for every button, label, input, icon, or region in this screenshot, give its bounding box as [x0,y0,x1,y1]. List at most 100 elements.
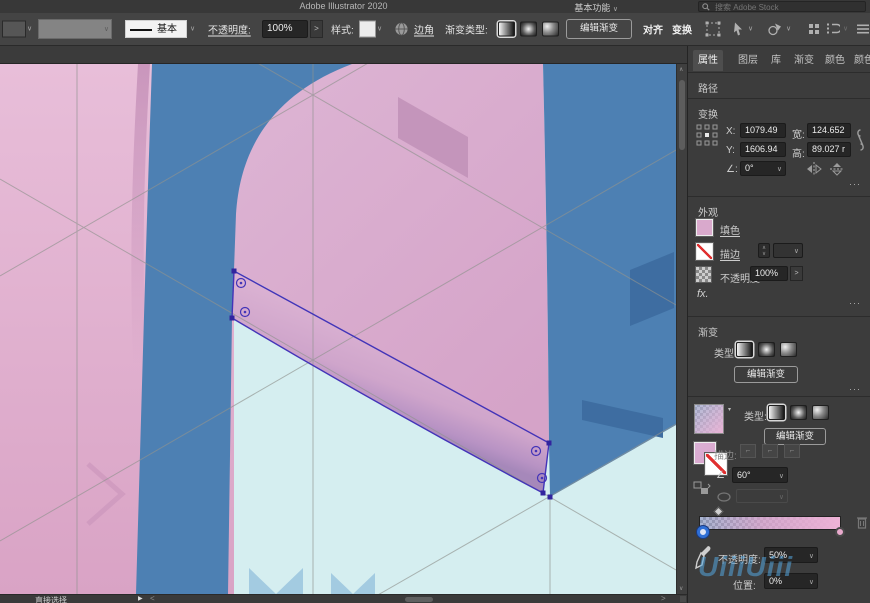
stepper-down-icon[interactable]: ∨ [759,251,769,257]
transform-more-options[interactable]: ··· [849,179,861,189]
gradient-preview-swatch[interactable] [694,404,724,434]
chevron-down-icon: ∨ [843,26,848,33]
search-input[interactable] [713,2,865,13]
tab-color-guide[interactable]: 颜色参 [849,50,870,71]
recolor-artwork-icon[interactable] [768,22,783,37]
document-tab-strip [0,46,687,64]
gradient-type-freeform-button[interactable] [812,405,829,420]
rotate-angle-select[interactable]: 0° ∨ [740,161,786,176]
hscroll-right-icon[interactable]: > [661,594,666,603]
appearance-section-header: 外观 [698,204,718,219]
gradient-type-linear-button[interactable] [736,342,753,357]
stop-position-select[interactable]: 0% ∨ [764,573,818,589]
stroke-color-swatch[interactable] [696,243,713,260]
gradient-angle-select[interactable]: 60° ∨ [732,467,788,483]
variable-width-profile[interactable]: ∨ [38,19,112,39]
edit-gradient-button[interactable]: 编辑渐变 [734,366,798,383]
gradient-type-freeform-button[interactable] [780,342,797,357]
gradient-type-label: 渐变类型: [445,22,488,37]
resize-grip [680,596,686,602]
tab-gradient[interactable]: 渐变 [789,50,819,71]
chevron-down-icon[interactable]: ∨ [377,26,382,33]
document-setup-globe-icon[interactable] [394,22,409,37]
gradient-section-type-label: 类型: [714,345,737,360]
gradient-panel-type-label: 类型: [744,408,767,423]
tab-layers[interactable]: 图层 [733,50,763,71]
chevron-down-icon: ∨ [794,248,799,255]
style-label: 样式: [331,22,354,37]
stop-opacity-select[interactable]: 50% ∨ [764,547,818,563]
tab-libraries[interactable]: 库 [766,50,786,71]
opacity-link[interactable]: 不透明度: [208,22,251,37]
stroke-weight-select[interactable]: ∨ [773,243,803,258]
hscroll-left-icon[interactable]: < [150,594,155,603]
opacity-spinner-button[interactable]: > [310,20,323,38]
edit-gradient-button[interactable]: 编辑渐变 [566,19,632,39]
x-input[interactable]: 1079.49 [740,123,786,138]
fill-swatch-dropdown[interactable] [2,21,26,38]
menu-icon[interactable] [857,24,869,35]
gradient-type-radial-button[interactable] [758,342,775,357]
gradient-type-radial-button[interactable] [790,405,807,420]
transform-label[interactable]: 变换 [672,22,692,37]
gradient-type-linear-button[interactable] [768,405,785,420]
height-input[interactable]: 89.027 r [807,142,851,157]
isolate-mode-icon[interactable] [808,23,820,35]
delete-stop-icon [856,515,868,529]
gradient-preset-arrow-icon[interactable]: ▾ [728,406,731,413]
opacity-input[interactable]: 100% [262,20,308,38]
gradient-slider-track[interactable] [699,516,841,530]
fx-button[interactable]: fx. [697,288,709,300]
width-input[interactable]: 124.652 [807,123,851,138]
gradient-section-more-options[interactable]: ··· [849,384,861,394]
tab-properties[interactable]: 属性 [693,50,723,71]
stroke-within-button: ⌐ [740,444,756,458]
bounding-box-icon[interactable] [705,21,721,37]
scroll-thumb[interactable] [679,80,685,150]
reference-point-locator[interactable] [696,124,718,146]
tab-color[interactable]: 颜色 [820,50,850,71]
appearance-opacity-input[interactable]: 100% [750,266,788,281]
edit-gradient-button[interactable]: 编辑渐变 [764,428,826,445]
gradient-stop-left-selected[interactable] [697,526,709,538]
select-similar-icon[interactable] [732,22,745,37]
chevron-down-icon: ∨ [779,473,784,480]
eyedropper-icon[interactable] [695,544,711,570]
stop-opacity-label: 不透明度: [718,551,761,566]
control-bar: ∨ ∨ 基本 ∨ 不透明度: 100% > 样式: ∨ 边角 渐变类型: 编辑渐… [0,13,870,46]
corner-link[interactable]: 边角 [414,22,434,37]
stroke-link[interactable]: 描边 [720,246,740,261]
scroll-up-icon[interactable]: ∧ [679,66,683,73]
reverse-gradient-icon[interactable] [693,480,711,496]
stroke-line-preview [130,29,152,31]
flip-vertical-icon[interactable] [830,162,844,176]
gradient-type-radial-button[interactable] [520,22,537,37]
gradient-stroke-label: 描边: [714,447,737,462]
arrange-documents-icon[interactable] [826,23,840,36]
y-input[interactable]: 1606.94 [740,142,786,157]
vertical-scrollbar[interactable]: ∧ ∨ [676,64,687,594]
chevron-down-icon[interactable]: ∨ [786,26,791,33]
align-label[interactable]: 对齐 [643,22,663,37]
brush-definition[interactable]: 基本 [125,20,187,38]
scroll-down-icon[interactable]: ∨ [679,585,683,592]
status-flyout-icon[interactable]: ▶ [138,595,143,602]
stroke-weight-stepper[interactable]: ∧ ∨ [758,243,770,258]
gradient-type-linear-button[interactable] [498,22,515,37]
hscroll-thumb[interactable] [405,597,433,602]
stock-search-box[interactable] [698,1,866,12]
constrain-proportions-icon[interactable] [854,126,867,154]
appearance-more-options[interactable]: ··· [849,298,861,308]
gradient-midpoint-handle[interactable] [714,507,724,517]
chevron-down-icon[interactable]: ∨ [27,26,32,33]
fill-color-swatch[interactable] [696,219,713,236]
fill-link[interactable]: 填色 [720,222,740,237]
chevron-down-icon[interactable]: ∨ [190,26,195,33]
chevron-down-icon[interactable]: ∨ [748,26,753,33]
gradient-stop-right[interactable] [835,527,845,537]
appearance-opacity-spinner[interactable]: > [790,266,803,281]
artboard-canvas[interactable] [0,64,676,594]
gradient-type-freeform-button[interactable] [542,22,559,37]
style-swatch[interactable] [359,21,376,38]
flip-horizontal-icon[interactable] [806,162,822,176]
